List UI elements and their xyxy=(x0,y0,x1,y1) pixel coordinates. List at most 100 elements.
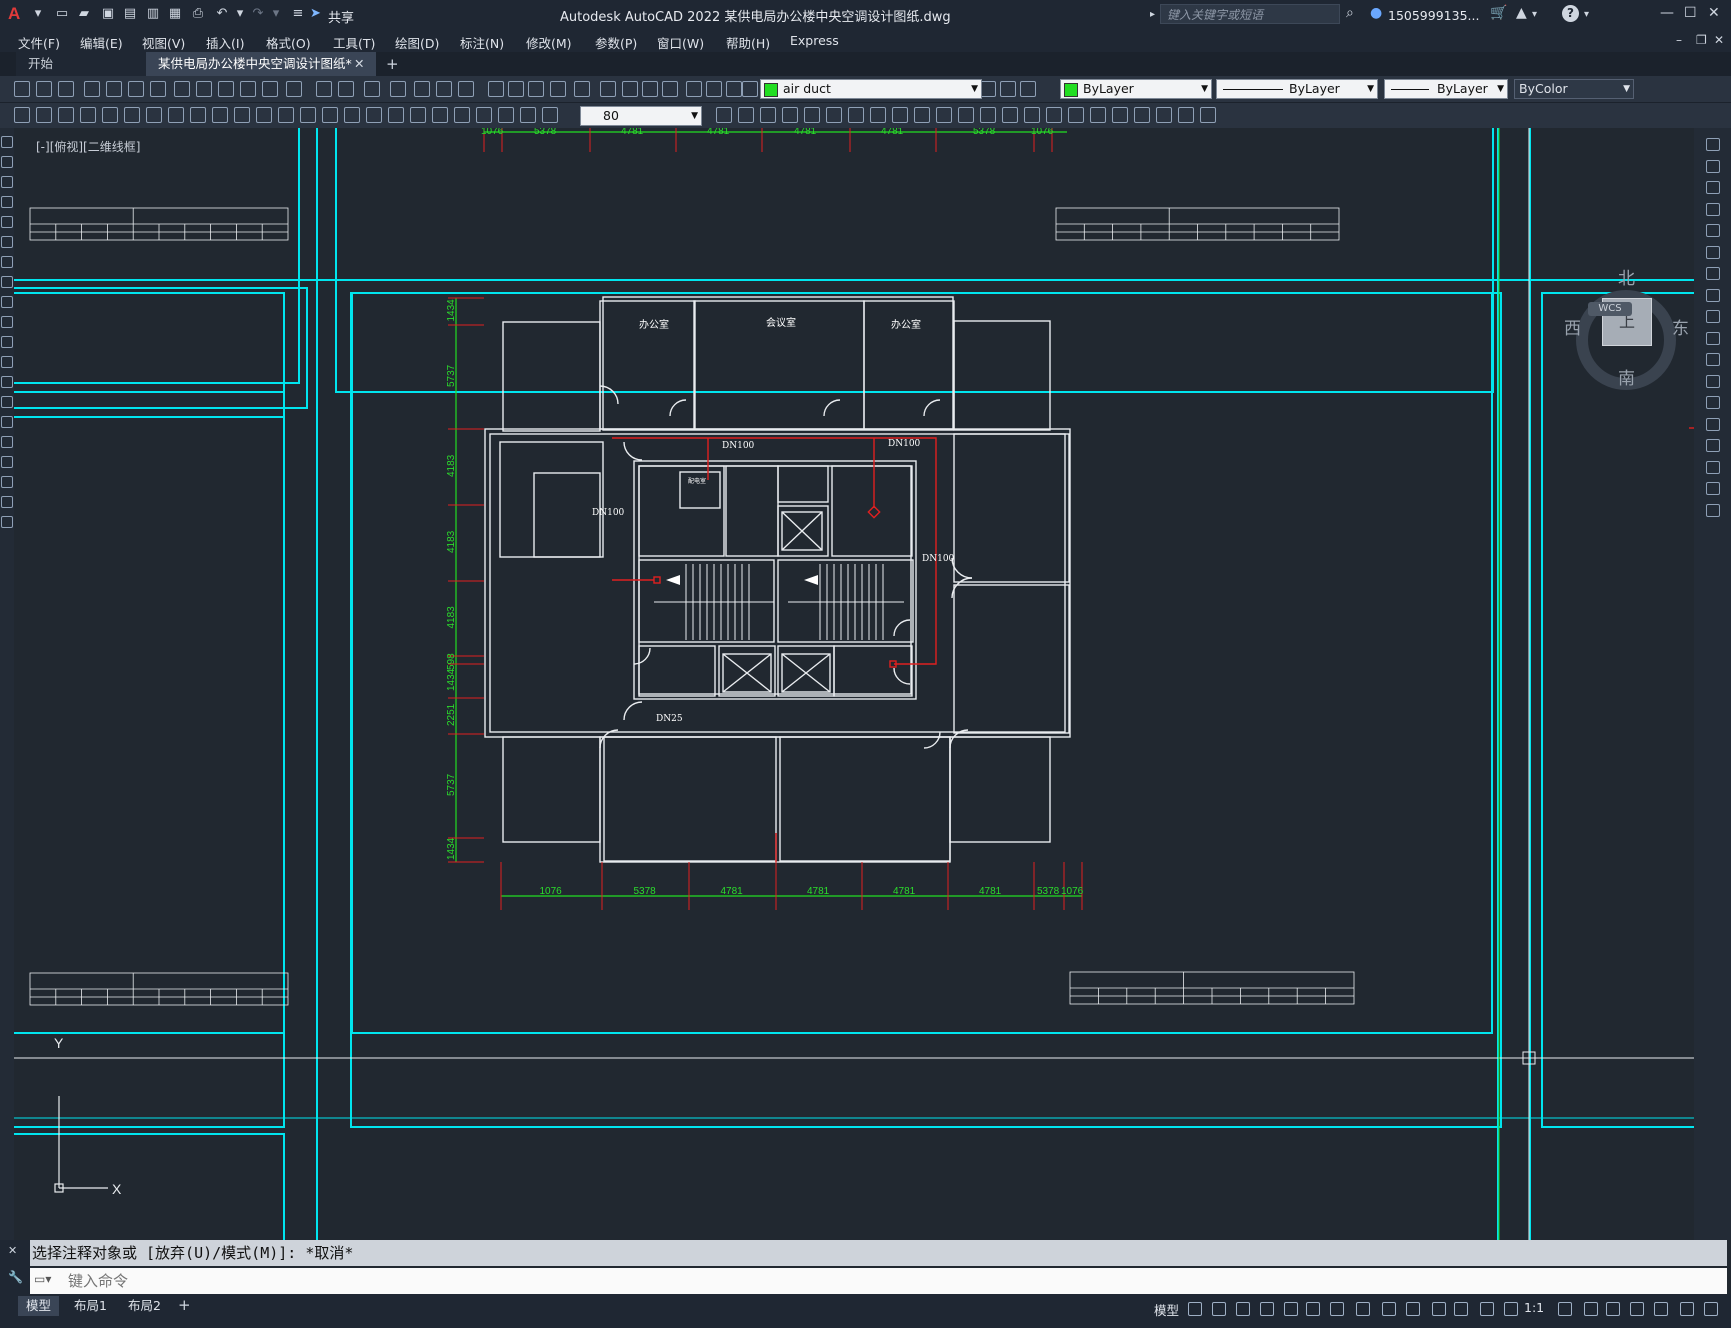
dim-linear-icon[interactable] xyxy=(322,107,338,123)
draw-tool-icon[interactable] xyxy=(1,276,13,288)
status-toggle-icon[interactable] xyxy=(1654,1302,1668,1316)
pan-icon[interactable] xyxy=(286,81,302,97)
autocad-logo-icon[interactable]: A xyxy=(8,4,20,24)
draw-tool-icon[interactable] xyxy=(1,496,13,508)
draworder-icon[interactable] xyxy=(300,107,316,123)
share-icon[interactable]: ➤ xyxy=(310,6,321,21)
dimension-style-input[interactable]: 80 ▼ xyxy=(580,106,702,126)
new-tab-icon[interactable]: + xyxy=(386,55,399,73)
dim-aligned-icon[interactable] xyxy=(36,107,52,123)
match-icon[interactable] xyxy=(218,81,234,97)
dim-radius-icon[interactable] xyxy=(102,107,118,123)
dim-aligned-icon[interactable] xyxy=(344,107,360,123)
modify-tool-icon[interactable] xyxy=(1706,482,1720,495)
modify-tool-icon[interactable] xyxy=(1706,331,1720,345)
dim-linear-icon[interactable] xyxy=(936,107,952,123)
status-toggle-icon[interactable] xyxy=(1212,1302,1226,1316)
menu-edit[interactable]: 编辑(E) xyxy=(80,33,123,52)
plotstyle-dropdown[interactable]: ByColor ▼ xyxy=(1514,79,1634,99)
dim-radius-icon[interactable] xyxy=(410,107,426,123)
status-toggle-icon[interactable] xyxy=(1680,1302,1694,1316)
minimize-icon[interactable]: — xyxy=(1660,5,1674,21)
paste-icon[interactable] xyxy=(574,81,590,97)
dim-linear-icon[interactable] xyxy=(476,107,492,123)
status-toggle-icon[interactable] xyxy=(1236,1302,1250,1316)
modify-tool-icon[interactable] xyxy=(1706,503,1720,517)
a360-dropdown-icon[interactable]: ▾ xyxy=(1532,9,1537,20)
draw-tool-icon[interactable] xyxy=(1,516,13,528)
layer-dropdown[interactable]: air duct ▼ xyxy=(760,79,982,99)
cut-icon[interactable] xyxy=(528,81,544,97)
compass-west[interactable]: 西 xyxy=(1564,314,1581,339)
status-toggle-icon[interactable] xyxy=(1704,1302,1718,1316)
dim-angular-icon[interactable] xyxy=(1046,107,1062,123)
doc-close-icon[interactable]: ✕ xyxy=(1714,33,1724,47)
dim-linear-icon[interactable] xyxy=(782,107,798,123)
paste-icon[interactable] xyxy=(196,81,212,97)
menu-format[interactable]: 格式(O) xyxy=(266,33,311,52)
draw-tool-icon[interactable] xyxy=(1,356,13,368)
search-icon[interactable]: ⌕ xyxy=(1346,5,1354,21)
dim-angular-icon[interactable] xyxy=(432,107,448,123)
dim-linear-icon[interactable] xyxy=(168,107,184,123)
dim-angular-icon[interactable] xyxy=(738,107,754,123)
draw-tool-icon[interactable] xyxy=(1,176,13,188)
redo-icon[interactable] xyxy=(642,81,658,97)
status-toggle-icon[interactable] xyxy=(1330,1302,1344,1316)
dim-radius-icon[interactable] xyxy=(1024,107,1040,123)
dim-ordinate-icon[interactable] xyxy=(1002,107,1018,123)
color-dropdown[interactable]: ByLayer ▼ xyxy=(1060,79,1212,99)
status-toggle-icon[interactable] xyxy=(1432,1302,1446,1316)
dim-aligned-icon[interactable] xyxy=(190,107,206,123)
modify-tool-icon[interactable] xyxy=(1706,138,1720,151)
open-folder-icon[interactable]: ▰ xyxy=(76,6,92,22)
command-input[interactable] xyxy=(66,1268,1570,1294)
draworder-icon[interactable] xyxy=(1068,107,1084,123)
dim-radius-icon[interactable] xyxy=(1178,107,1194,123)
status-toggle-icon[interactable] xyxy=(1306,1302,1320,1316)
publish-icon[interactable] xyxy=(128,81,144,97)
dim-ordinate-icon[interactable] xyxy=(1156,107,1172,123)
dim-arc-icon[interactable] xyxy=(826,107,842,123)
dim-angular-icon[interactable] xyxy=(124,107,140,123)
status-toggle-icon[interactable] xyxy=(1480,1302,1494,1316)
dim-angular-icon[interactable] xyxy=(278,107,294,123)
undo-icon[interactable]: ↶ xyxy=(214,6,230,22)
draw-tool-icon[interactable] xyxy=(1,236,13,248)
maximize-icon[interactable]: ☐ xyxy=(1684,5,1697,21)
redo-dropdown-icon[interactable]: ▾ xyxy=(268,6,284,22)
command-settings-icon[interactable]: 🔧 xyxy=(8,1270,23,1284)
dim-ordinate-icon[interactable] xyxy=(80,107,96,123)
status-toggle-icon[interactable] xyxy=(1558,1302,1572,1316)
redo-icon[interactable] xyxy=(262,81,278,97)
compass-north[interactable]: 北 xyxy=(1618,264,1635,289)
menu-help[interactable]: 帮助(H) xyxy=(726,33,770,52)
new-icon[interactable] xyxy=(390,81,406,97)
dim-ordinate-icon[interactable] xyxy=(848,107,864,123)
plot-icon[interactable] xyxy=(458,81,474,97)
draw-tool-icon[interactable] xyxy=(1,336,13,348)
modify-tool-icon[interactable] xyxy=(1706,417,1720,431)
plot-icon[interactable] xyxy=(84,81,100,97)
menu-draw[interactable]: 绘图(D) xyxy=(395,33,439,52)
draw-tool-icon[interactable] xyxy=(1,456,13,468)
dim-aligned-icon[interactable] xyxy=(498,107,514,123)
tab-close-icon[interactable]: ✕ xyxy=(354,52,364,76)
cart-icon[interactable]: 🛒 xyxy=(1490,5,1507,21)
wcs-menu[interactable]: WCS xyxy=(1588,302,1632,316)
draworder-icon[interactable] xyxy=(454,107,470,123)
add-layout-icon[interactable]: + xyxy=(178,1296,191,1314)
copy-icon[interactable] xyxy=(174,81,190,97)
publish-icon[interactable] xyxy=(508,81,524,97)
model-space-button[interactable]: 模型 xyxy=(1154,1300,1179,1319)
draworder-icon[interactable] xyxy=(146,107,162,123)
modify-tool-icon[interactable] xyxy=(1706,181,1720,194)
viewport-controls-label[interactable]: [-][俯视][二维线框] xyxy=(36,138,140,155)
draw-tool-icon[interactable] xyxy=(1,156,13,168)
new-file-icon[interactable]: ▭ xyxy=(54,6,70,22)
dim-angular-icon[interactable] xyxy=(1200,107,1216,123)
modify-tool-icon[interactable] xyxy=(1706,460,1720,474)
menu-insert[interactable]: 插入(I) xyxy=(206,33,244,52)
preview-icon[interactable] xyxy=(488,81,504,97)
user-account[interactable]: 1505999135... xyxy=(1388,8,1479,23)
